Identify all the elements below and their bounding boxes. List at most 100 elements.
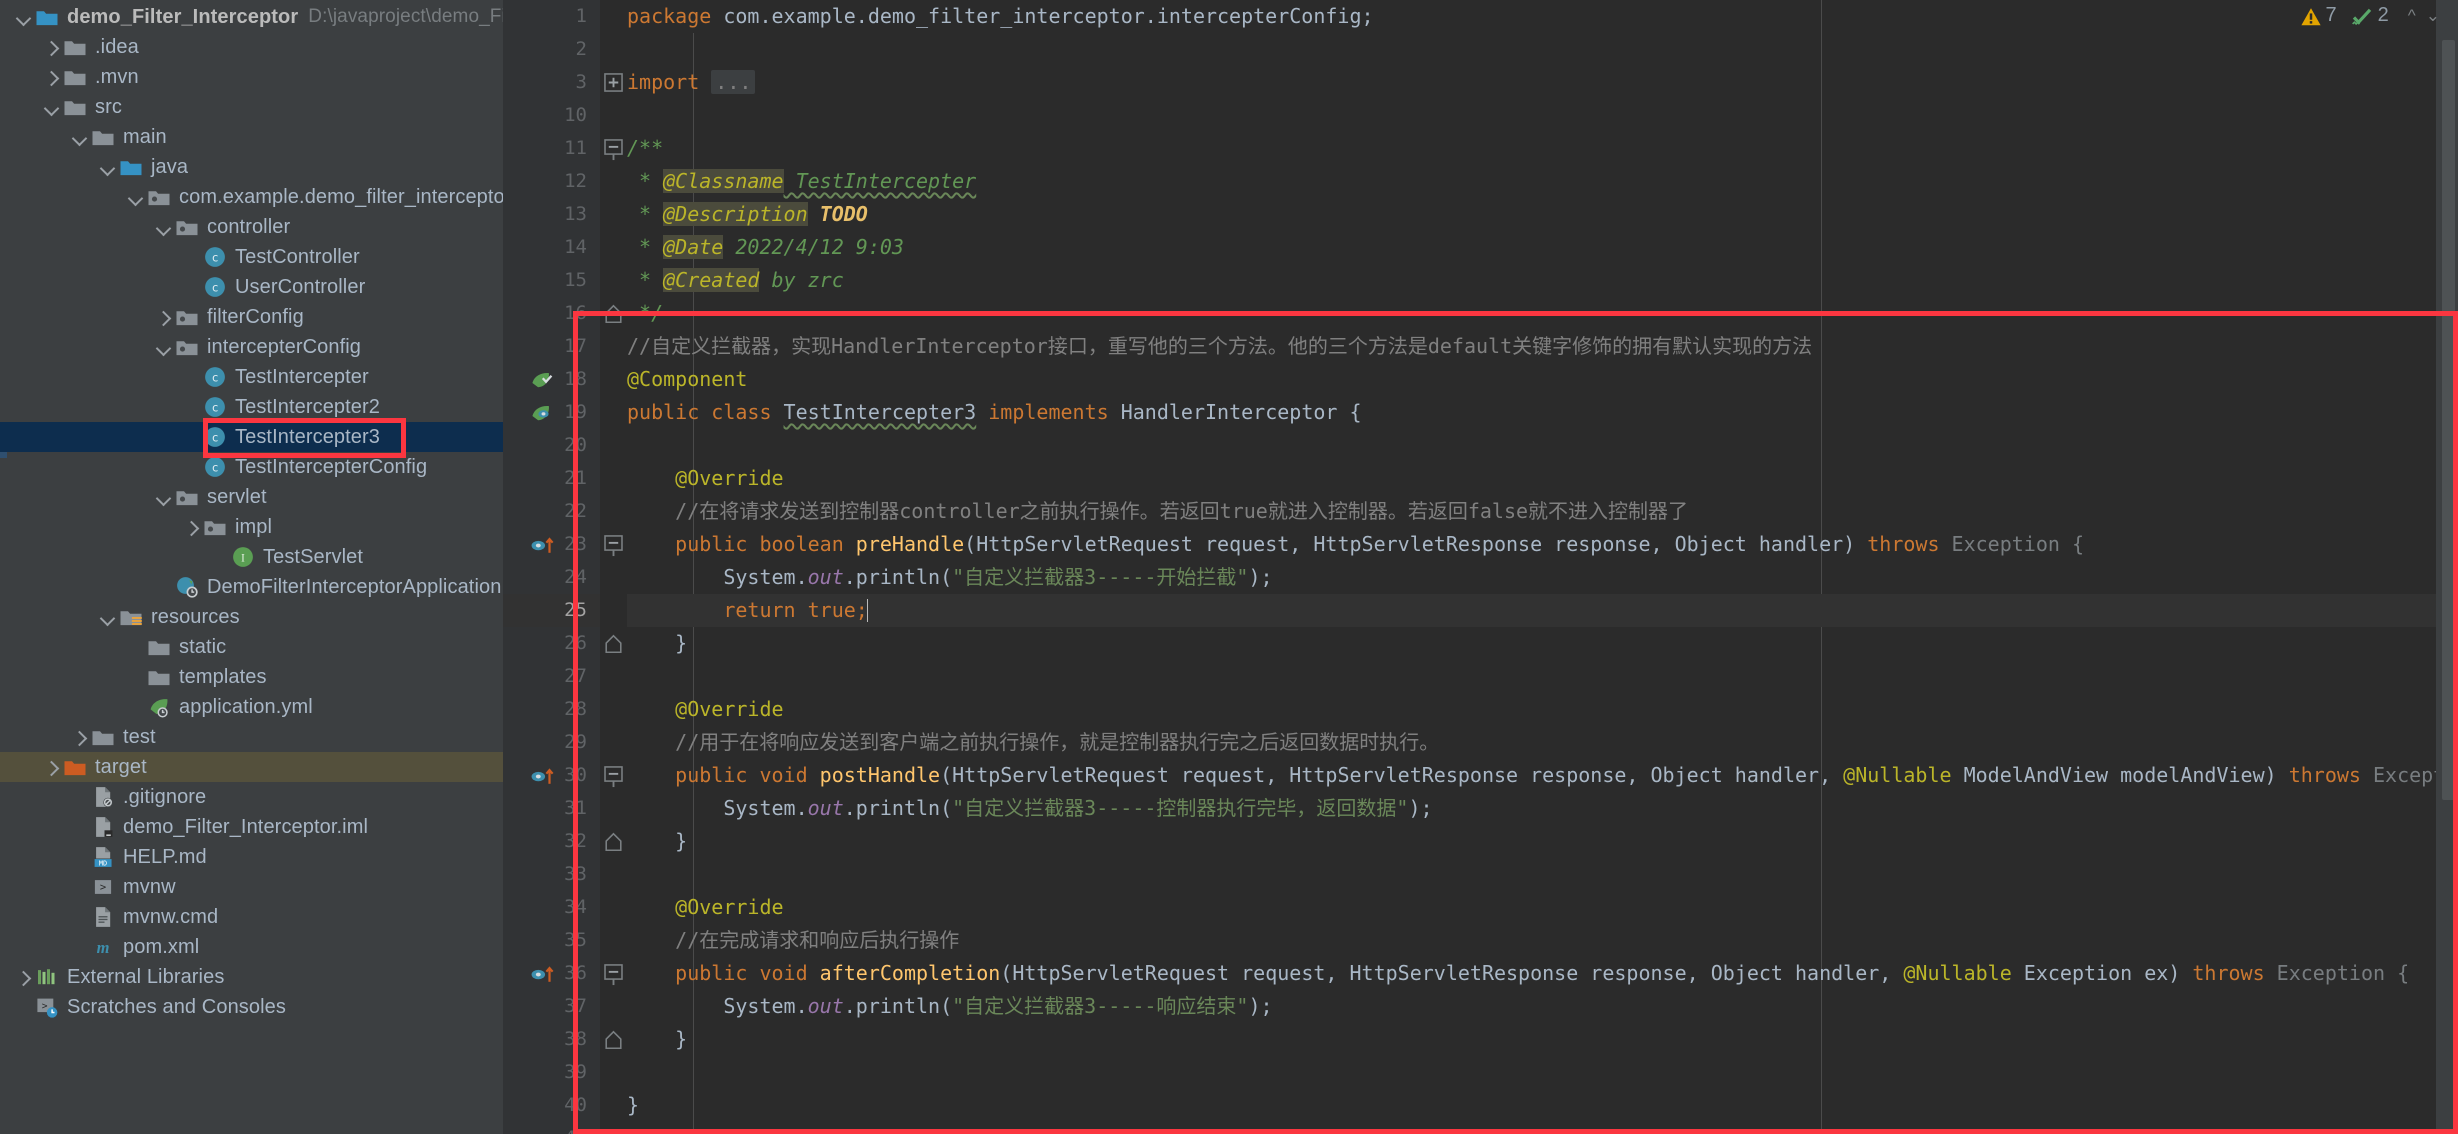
code-line[interactable]: * @Classname TestIntercepter [627, 165, 2458, 198]
code-line[interactable] [627, 1056, 2458, 1089]
code-line[interactable]: */ [627, 297, 2458, 330]
implementing-method-icon[interactable] [530, 764, 554, 788]
chevron-right-icon[interactable] [40, 756, 62, 778]
spring-bean-icon[interactable] [530, 401, 554, 425]
inspection-carets[interactable]: ^⌄ [2408, 6, 2450, 26]
chevron-right-icon[interactable] [152, 306, 174, 328]
chevron-down-icon[interactable] [96, 156, 118, 178]
code-line[interactable]: package com.example.demo_filter_intercep… [627, 0, 2458, 33]
tree-item-application-yml[interactable]: application.yml [0, 692, 503, 722]
chevron-right-icon[interactable] [180, 516, 202, 538]
tree-item-src[interactable]: src [0, 92, 503, 122]
code-line[interactable]: } [627, 1089, 2458, 1122]
code-line[interactable]: System.out.println("自定义拦截器3-----响应结束"); [627, 990, 2458, 1023]
code-line[interactable]: //在将请求发送到控制器controller之前执行操作。若返回true就进入控… [627, 495, 2458, 528]
tree-item-static[interactable]: static [0, 632, 503, 662]
code-line[interactable]: * @Created by zrc [627, 264, 2458, 297]
code-line[interactable]: public void afterCompletion(HttpServletR… [627, 957, 2458, 990]
code-line[interactable]: @Override [627, 891, 2458, 924]
tree-item-servlet[interactable]: servlet [0, 482, 503, 512]
tree-item-controller[interactable]: controller [0, 212, 503, 242]
fold-collapse-posthandle[interactable] [604, 766, 623, 788]
code-line[interactable]: } [627, 1023, 2458, 1056]
code-line[interactable]: //用于在将响应发送到客户端之前执行操作，就是控制器执行完之后返回数据时执行。 [627, 726, 2458, 759]
tree-item-testintercepter[interactable]: c TestIntercepter [0, 362, 503, 392]
tree-item-resources[interactable]: resources [0, 602, 503, 632]
code-line[interactable]: System.out.println("自定义拦截器3-----控制器执行完毕，… [627, 792, 2458, 825]
tree-item-testcontroller[interactable]: c TestController [0, 242, 503, 272]
code-content[interactable]: package com.example.demo_filter_intercep… [627, 0, 2458, 1134]
chevron-right-icon[interactable] [68, 726, 90, 748]
tree-item-mvn[interactable]: .mvn [0, 62, 503, 92]
chevron-down-icon[interactable] [152, 486, 174, 508]
code-line[interactable]: @Component [627, 363, 2458, 396]
code-line[interactable]: * @Description TODO [627, 198, 2458, 231]
tree-item-templates[interactable]: templates [0, 662, 503, 692]
chevron-right-icon[interactable] [40, 36, 62, 58]
code-line[interactable]: //在完成请求和响应后执行操作 [627, 924, 2458, 957]
tree-item-pom-xml[interactable]: m pom.xml [0, 932, 503, 962]
tree-item-idea[interactable]: .idea [0, 32, 503, 62]
tree-item-com-example-demo-filter-interceptor[interactable]: com.example.demo_filter_interceptor [0, 182, 503, 212]
code-line[interactable]: /** [627, 132, 2458, 165]
chevron-down-icon[interactable] [12, 6, 34, 28]
tree-item-impl[interactable]: impl [0, 512, 503, 542]
tree-item-demofilterinterceptorapplication[interactable]: DemoFilterInterceptorApplication [0, 572, 503, 602]
chevron-down-icon[interactable] [40, 96, 62, 118]
code-line[interactable]: public boolean preHandle(HttpServletRequ… [627, 528, 2458, 561]
tree-item-help-md[interactable]: MD HELP.md [0, 842, 503, 872]
chevron-down-icon[interactable] [124, 186, 146, 208]
tree-item-project-root[interactable]: demo_Filter_Interceptor D:\javaproject\de… [0, 2, 503, 32]
tree-item-testservlet[interactable]: I TestServlet [0, 542, 503, 572]
chevron-right-icon[interactable] [12, 966, 34, 988]
fold-gutter[interactable] [600, 0, 627, 1134]
caret-up-icon[interactable]: ^ [2408, 6, 2426, 25]
code-line[interactable]: } [627, 825, 2458, 858]
chevron-down-icon[interactable] [68, 126, 90, 148]
fold-javadoc-end[interactable] [604, 304, 623, 324]
tree-item-testintercepterconfig[interactable]: c TestIntercepterConfig [0, 452, 503, 482]
code-line[interactable]: System.out.println("自定义拦截器3-----开始拦截"); [627, 561, 2458, 594]
tree-item-filterconfig[interactable]: filterConfig [0, 302, 503, 332]
tree-item-java[interactable]: java [0, 152, 503, 182]
code-line[interactable] [627, 858, 2458, 891]
chevron-down-icon[interactable] [152, 216, 174, 238]
code-line[interactable] [627, 99, 2458, 132]
tree-item-intercepterconfig[interactable]: intercepterConfig [0, 332, 503, 362]
code-line[interactable] [627, 1122, 2458, 1134]
fold-collapse-prehandle[interactable] [604, 535, 623, 557]
inspection-widget[interactable]: 7 2 ^⌄ [2300, 4, 2450, 27]
editor-scrollbar-thumb[interactable] [2442, 40, 2455, 800]
caret-down-icon[interactable]: ⌄ [2426, 6, 2450, 25]
code-line[interactable]: } [627, 627, 2458, 660]
tree-item-gitignore[interactable]: .gitignore [0, 782, 503, 812]
tree-item-mvnw[interactable]: > mvnw [0, 872, 503, 902]
fold-expand-imports[interactable] [604, 73, 623, 92]
tree-item-test[interactable]: test [0, 722, 503, 752]
editor-marker-strip[interactable] [2436, 0, 2458, 1134]
code-line[interactable] [627, 33, 2458, 66]
code-editor[interactable]: 1 2 3 10 11 12 13 14 15 16 17 18 19 20 21 22 23 24 25 26 27 2… [503, 0, 2458, 1134]
code-line[interactable]: //自定义拦截器，实现HandlerInterceptor接口，重写他的三个方法… [627, 330, 2458, 363]
chevron-down-icon[interactable] [96, 606, 118, 628]
implementing-method-icon[interactable] [530, 533, 554, 557]
tree-item-testintercepter3[interactable]: c TestIntercepter3 [0, 422, 503, 452]
implementing-method-icon[interactable] [530, 962, 554, 986]
fold-collapse-aftercompletion[interactable] [604, 964, 623, 986]
tree-item-usercontroller[interactable]: c UserController [0, 272, 503, 302]
code-line[interactable]: public class TestIntercepter3 implements… [627, 396, 2458, 429]
fold-aftercompletion-end[interactable] [604, 1030, 623, 1050]
tree-item-testintercepter2[interactable]: c TestIntercepter2 [0, 392, 503, 422]
code-line[interactable]: import ... [627, 66, 2458, 99]
code-line[interactable]: public void postHandle(HttpServletReques… [627, 759, 2458, 792]
fold-collapse-javadoc[interactable] [604, 139, 623, 161]
chevron-down-icon[interactable] [152, 336, 174, 358]
code-line[interactable]: return true; [627, 594, 2458, 627]
tree-item-scratches-and-consoles[interactable]: > Scratches and Consoles [0, 992, 503, 1022]
chevron-right-icon[interactable] [40, 66, 62, 88]
project-tree[interactable]: demo_Filter_Interceptor D:\javaproject\de… [0, 0, 503, 1022]
tree-item-external-libraries[interactable]: External Libraries [0, 962, 503, 992]
tree-item-main[interactable]: main [0, 122, 503, 152]
code-line[interactable] [627, 429, 2458, 462]
tree-item-mvnw-cmd[interactable]: mvnw.cmd [0, 902, 503, 932]
